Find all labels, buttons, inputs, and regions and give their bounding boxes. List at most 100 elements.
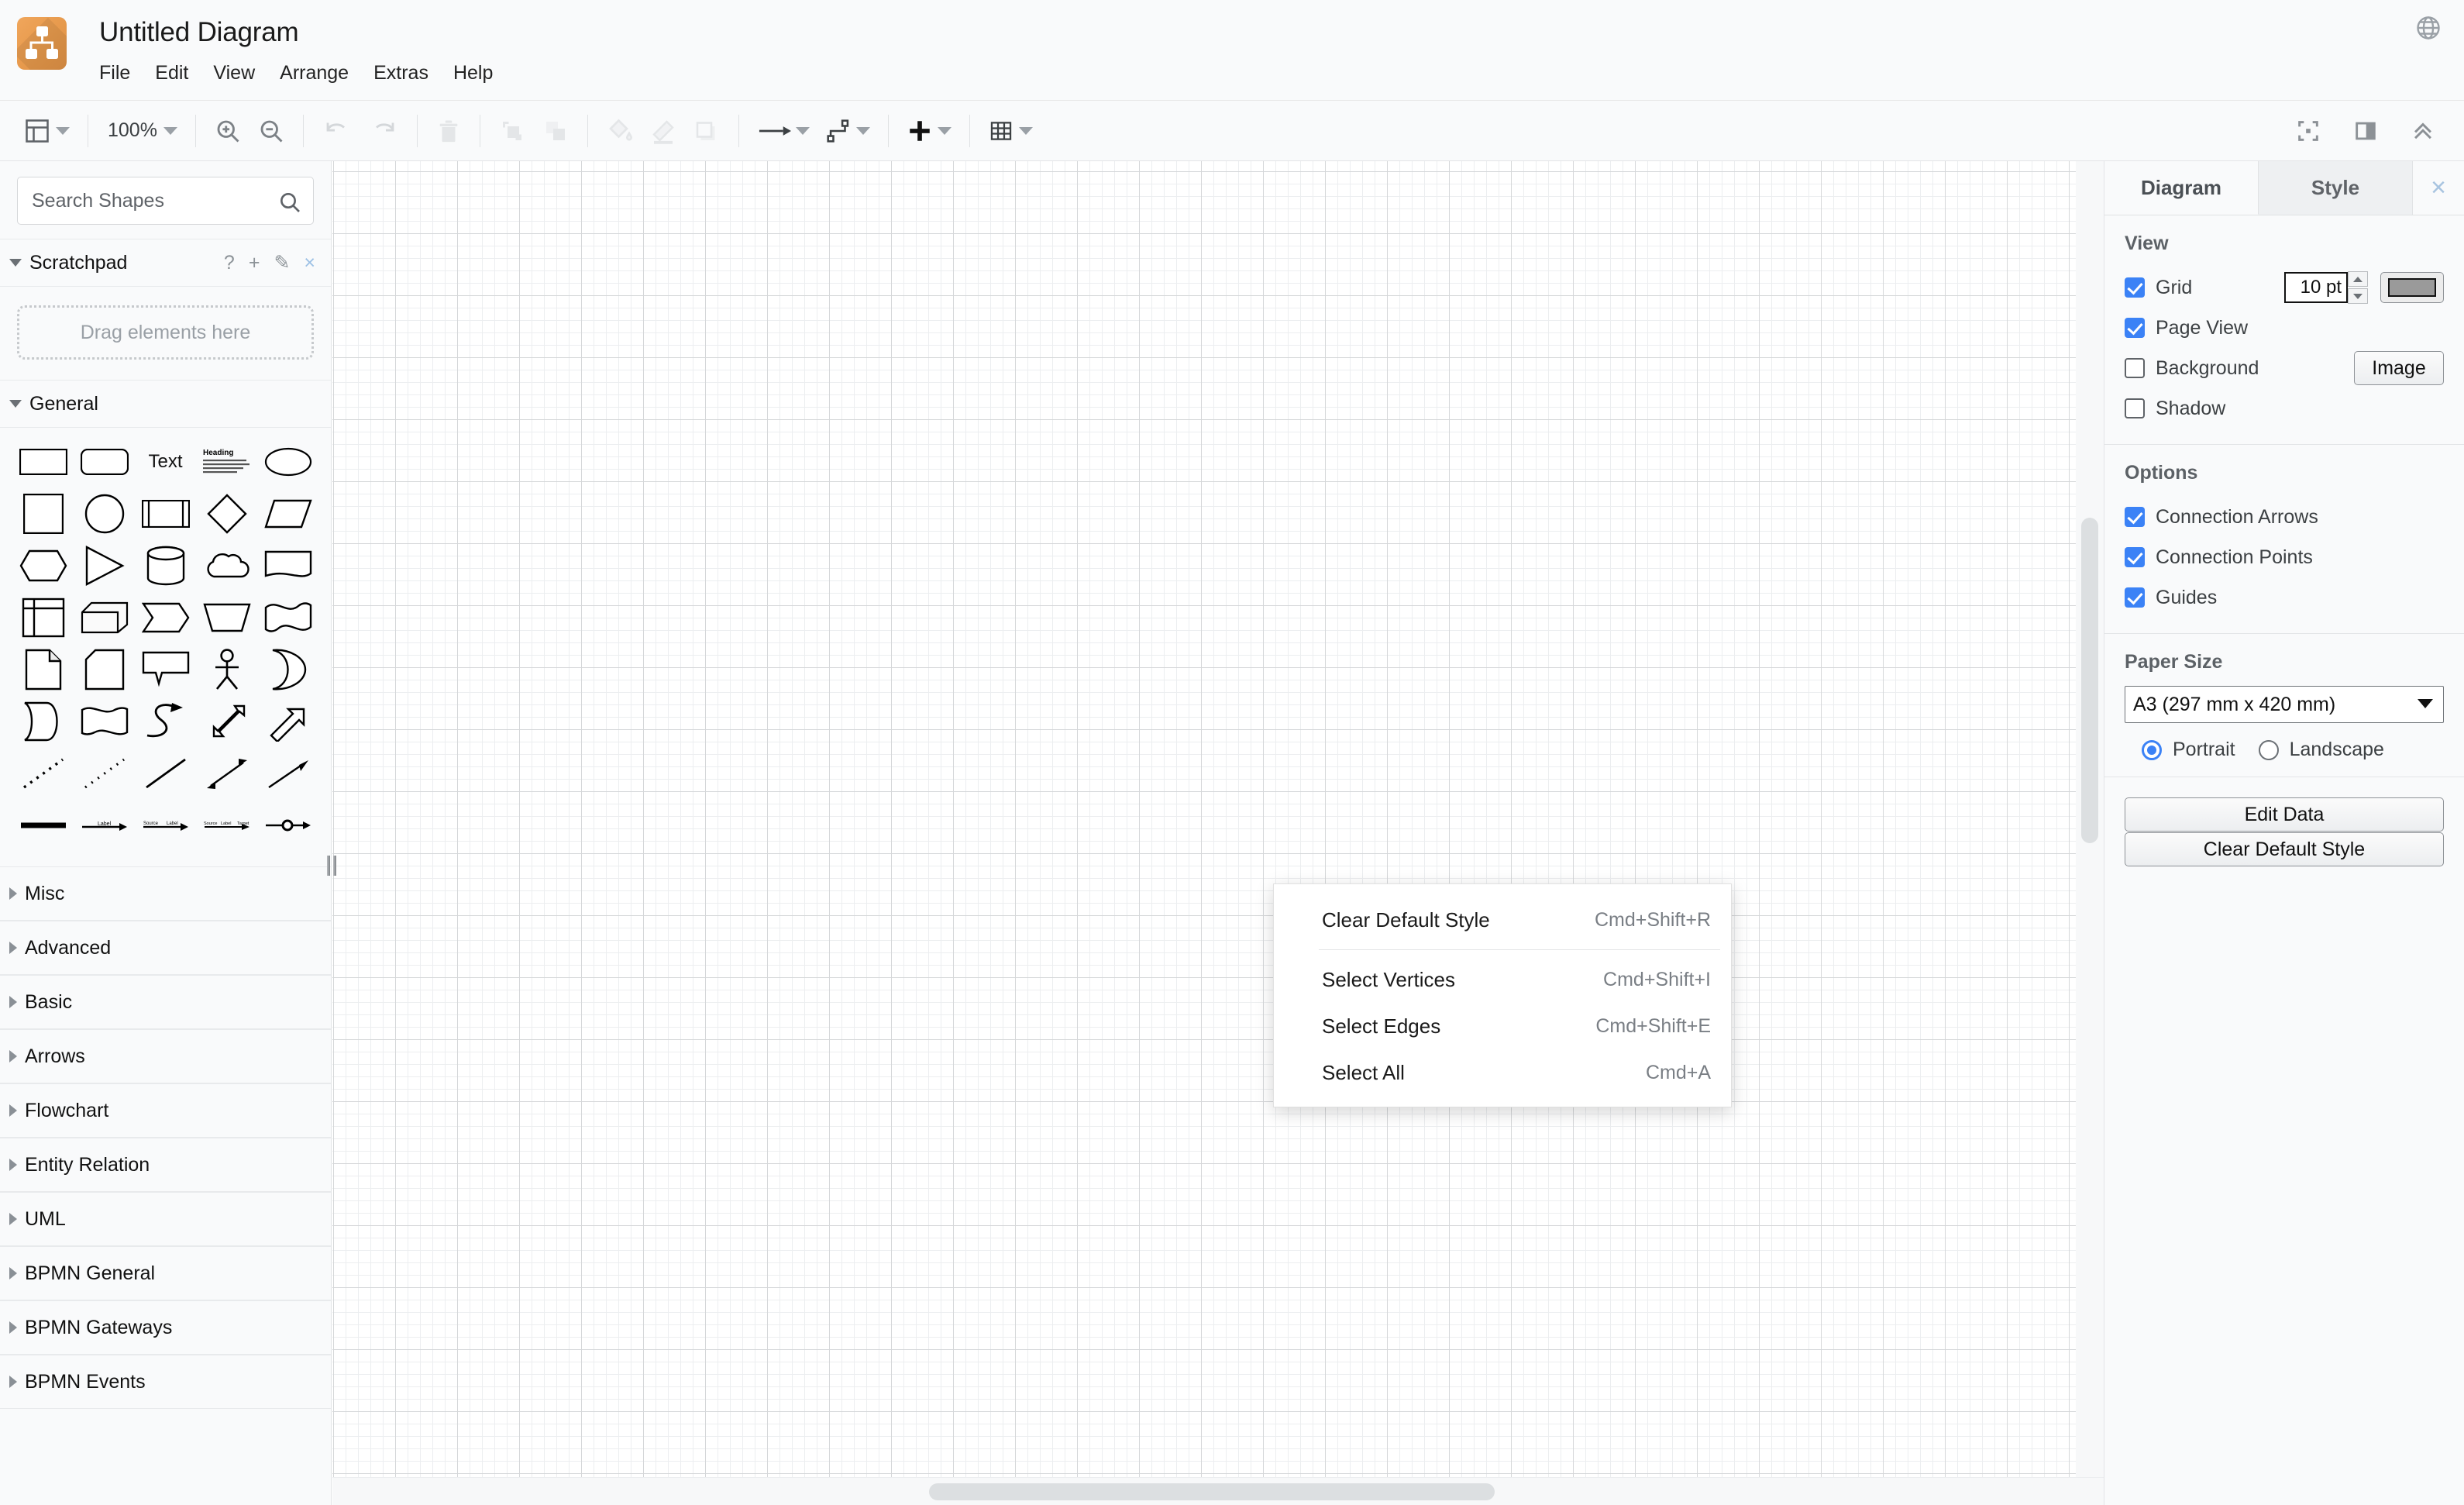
waypoints-button[interactable] (749, 108, 817, 154)
shape-cylinder[interactable] (135, 539, 196, 591)
shape-delay[interactable] (74, 695, 135, 747)
shape-circle[interactable] (74, 487, 135, 539)
guides-checkbox[interactable] (2125, 587, 2145, 608)
sidebar-resize-handle[interactable] (324, 852, 339, 879)
view-layout-button[interactable] (15, 108, 77, 154)
shape-labeled-arrow[interactable]: Label (74, 799, 135, 851)
add-icon[interactable]: + (249, 253, 260, 273)
line-color-button[interactable] (642, 108, 685, 154)
undo-button[interactable] (314, 108, 360, 154)
background-image-button[interactable]: Image (2354, 351, 2444, 385)
shape-directional-arrow[interactable] (257, 747, 318, 799)
shape-thick-line[interactable] (12, 799, 74, 851)
shape-bidirectional-arrow[interactable] (196, 747, 257, 799)
shape-card[interactable] (74, 643, 135, 695)
shape-tape[interactable] (257, 591, 318, 643)
menu-arrange[interactable]: Arrange (280, 59, 364, 88)
vertical-scroll-thumb[interactable] (2081, 518, 2098, 843)
page-view-checkbox[interactable] (2125, 318, 2145, 338)
stepper-up[interactable] (2348, 271, 2368, 287)
context-menu-item-select-edges[interactable]: Select Edges Cmd+Shift+E (1274, 1003, 1731, 1049)
grid-color-swatch[interactable] (2380, 272, 2444, 303)
sidebar-item-bpmn-general[interactable]: BPMN General (0, 1246, 331, 1300)
table-button[interactable] (980, 108, 1041, 154)
search-input[interactable] (18, 177, 313, 224)
tab-diagram[interactable]: Diagram (2104, 161, 2259, 215)
shape-cube[interactable] (74, 591, 135, 643)
search-icon[interactable] (277, 190, 302, 219)
sidebar-section-scratchpad[interactable]: Scratchpad ? + ✎ × (0, 239, 331, 287)
menu-help[interactable]: Help (453, 59, 508, 88)
shape-hexagon[interactable] (12, 539, 74, 591)
to-front-button[interactable] (490, 108, 534, 154)
sidebar-section-general[interactable]: General (0, 380, 331, 428)
shape-square[interactable] (12, 487, 74, 539)
tab-style[interactable]: Style (2259, 161, 2413, 215)
connection-points-checkbox[interactable] (2125, 547, 2145, 567)
edit-pencil-icon[interactable]: ✎ (274, 253, 290, 273)
sidebar-item-misc[interactable]: Misc (0, 866, 331, 921)
format-panel-toggle-button[interactable] (2345, 108, 2387, 154)
shape-diamond[interactable] (196, 487, 257, 539)
globe-language-icon[interactable] (2411, 11, 2445, 45)
shape-dashed-line-2[interactable] (74, 747, 135, 799)
shape-rectangle[interactable] (12, 436, 74, 487)
sidebar-item-bpmn-gateways[interactable]: BPMN Gateways (0, 1300, 331, 1355)
fill-color-button[interactable] (598, 108, 642, 154)
edit-data-button[interactable]: Edit Data (2125, 797, 2444, 832)
grid-size-stepper[interactable] (2348, 271, 2368, 304)
canvas-vertical-scrollbar[interactable] (2076, 161, 2104, 1479)
diagram-canvas[interactable] (332, 161, 2104, 1505)
portrait-radio[interactable] (2142, 739, 2162, 760)
background-checkbox[interactable] (2125, 358, 2145, 378)
sidebar-item-arrows[interactable]: Arrows (0, 1029, 331, 1083)
shape-callout[interactable] (135, 643, 196, 695)
redo-button[interactable] (360, 108, 407, 154)
menu-edit[interactable]: Edit (155, 59, 204, 88)
menu-view[interactable]: View (213, 59, 270, 88)
shape-circle-connector[interactable] (257, 799, 318, 851)
close-icon[interactable]: × (304, 253, 315, 273)
shape-dashed-line-1[interactable] (12, 747, 74, 799)
horizontal-scroll-thumb[interactable] (929, 1483, 1495, 1500)
shape-internal-storage[interactable] (12, 591, 74, 643)
fullscreen-button[interactable] (2287, 108, 2329, 154)
shape-curve-arrow[interactable] (135, 695, 196, 747)
grid-checkbox[interactable] (2125, 277, 2145, 298)
context-menu-item-select-vertices[interactable]: Select Vertices Cmd+Shift+I (1274, 956, 1731, 1003)
connection-arrows-checkbox[interactable] (2125, 507, 2145, 527)
zoom-level-button[interactable]: 100% (98, 108, 185, 154)
canvas-horizontal-scrollbar[interactable] (332, 1477, 2104, 1505)
sidebar-item-advanced[interactable]: Advanced (0, 921, 331, 975)
shape-source-label-arrow[interactable]: Source Label (135, 799, 196, 851)
shape-ellipse[interactable] (257, 436, 318, 487)
to-back-button[interactable] (534, 108, 577, 154)
sidebar-item-uml[interactable]: UML (0, 1192, 331, 1246)
shape-data-storage[interactable] (12, 695, 74, 747)
shape-triangle[interactable] (74, 539, 135, 591)
menu-extras[interactable]: Extras (373, 59, 444, 88)
shape-step[interactable] (135, 591, 196, 643)
sidebar-item-bpmn-events[interactable]: BPMN Events (0, 1355, 331, 1409)
scratchpad-dropzone[interactable]: Drag elements here (17, 305, 314, 360)
shape-plain-line[interactable] (135, 747, 196, 799)
context-menu-item-select-all[interactable]: Select All Cmd+A (1274, 1049, 1731, 1096)
sidebar-item-basic[interactable]: Basic (0, 975, 331, 1029)
collapse-toolbar-button[interactable] (2402, 108, 2444, 154)
menu-file[interactable]: File (99, 59, 146, 88)
landscape-radio[interactable] (2258, 739, 2279, 760)
shadow-checkbox[interactable] (2125, 398, 2145, 418)
shape-parallelogram[interactable] (257, 487, 318, 539)
shape-trapezoid[interactable] (196, 591, 257, 643)
shape-actor[interactable] (196, 643, 257, 695)
zoom-in-button[interactable] (206, 108, 249, 154)
shape-or[interactable] (257, 643, 318, 695)
help-icon[interactable]: ? (224, 253, 235, 273)
connection-button[interactable] (817, 108, 878, 154)
shadow-button[interactable] (685, 108, 728, 154)
sidebar-item-flowchart[interactable]: Flowchart (0, 1083, 331, 1138)
context-menu-item-clear-default-style[interactable]: Clear Default Style Cmd+Shift+R (1274, 897, 1731, 943)
shape-source-label-target-arrow[interactable]: Source Label Target (196, 799, 257, 851)
stepper-down[interactable] (2348, 288, 2368, 304)
shape-textbox-heading[interactable]: Heading (196, 436, 257, 487)
